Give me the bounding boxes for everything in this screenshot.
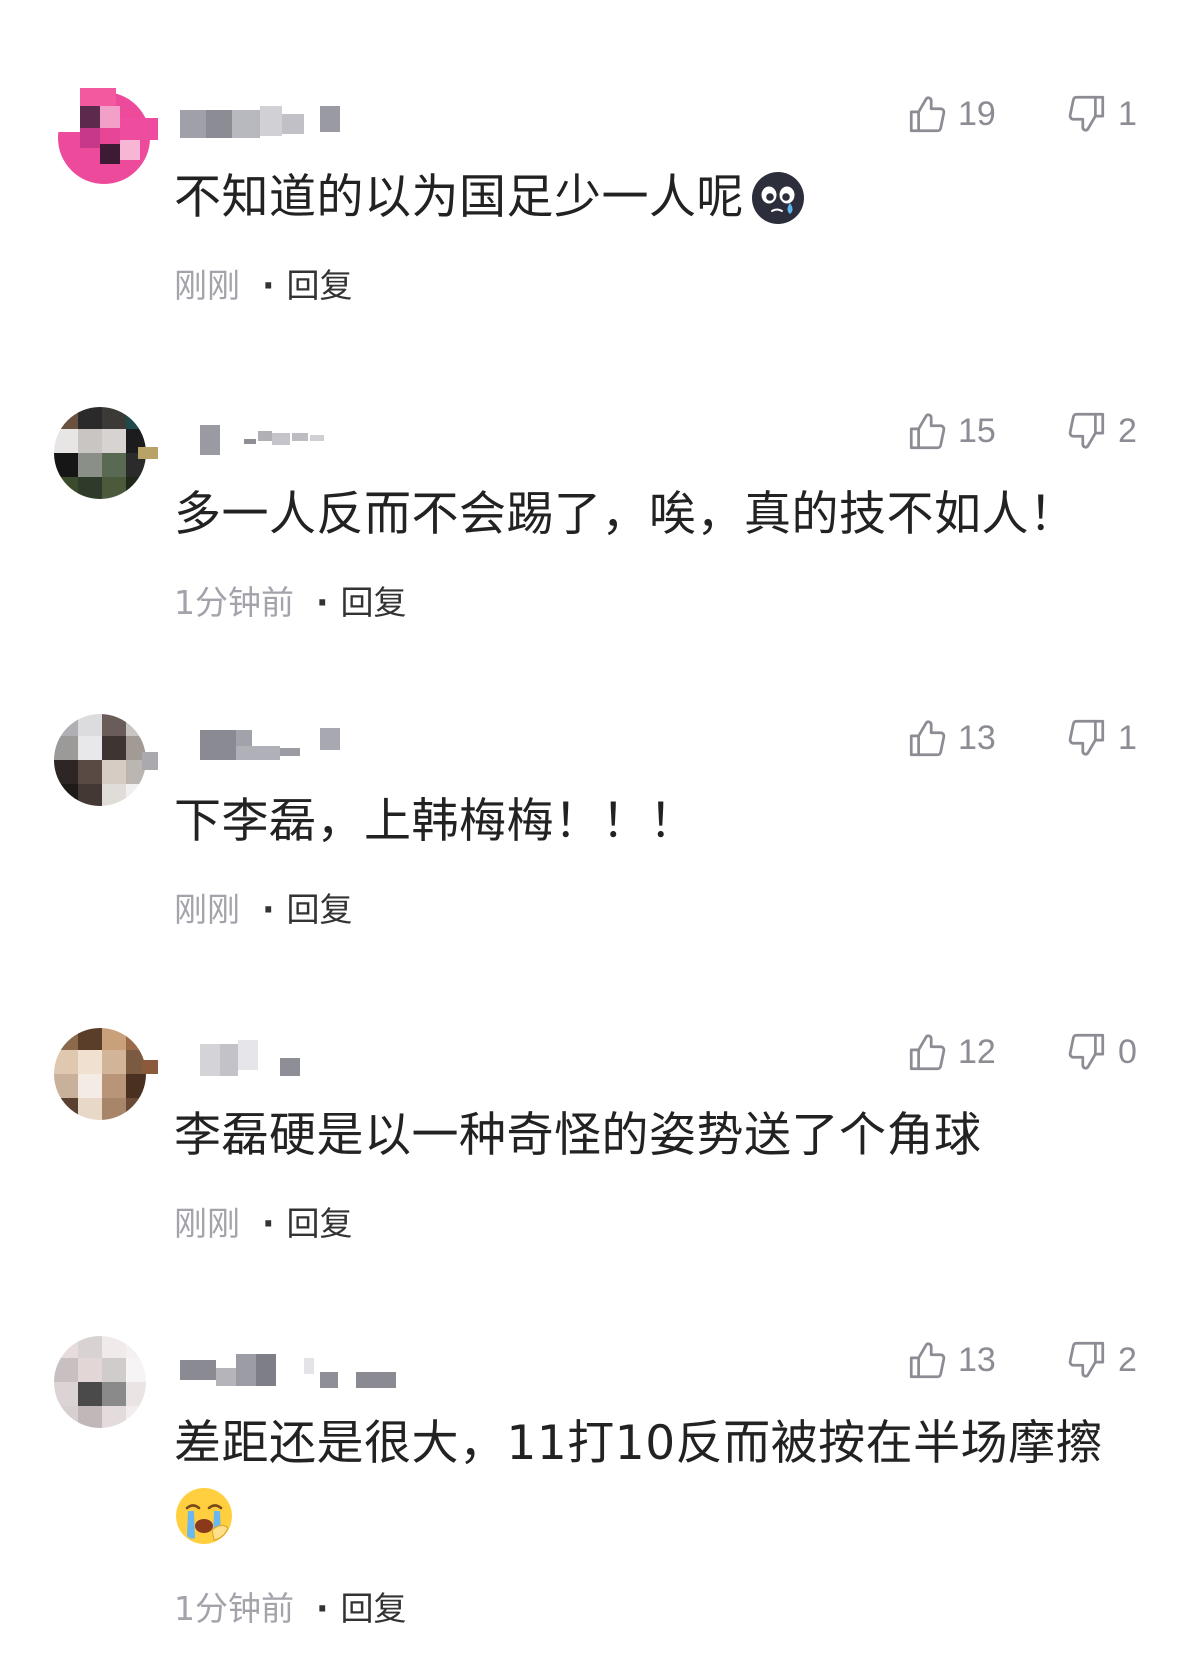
- comment-time: 刚刚: [174, 890, 240, 929]
- comment-meta: 刚刚 · 回复: [174, 264, 353, 308]
- comment-item: 15 2 多一人反而不会踢了，唉，真的技不如人！ 1分钟前 · 回复: [0, 405, 1179, 705]
- like-button[interactable]: 12: [906, 1028, 996, 1076]
- dislike-button[interactable]: 0: [1066, 1028, 1137, 1076]
- thumbs-down-icon: [1068, 412, 1105, 449]
- comment-item: 19 1 不知道的以为国足少一人呢 刚刚 · 回复: [0, 88, 1179, 388]
- username-redacted[interactable]: [180, 726, 420, 766]
- thumbs-up-icon: [909, 1342, 946, 1379]
- comment-meta: 1分钟前 · 回复: [174, 581, 407, 625]
- reply-button[interactable]: 回复: [341, 581, 407, 625]
- like-button[interactable]: 13: [906, 1336, 996, 1384]
- dislike-button[interactable]: 2: [1066, 1336, 1137, 1384]
- dislike-count: 0: [1118, 1033, 1137, 1071]
- like-count: 12: [958, 1033, 996, 1071]
- comment-text: 下李磊，上韩梅梅！！！: [174, 794, 697, 849]
- username-redacted[interactable]: [180, 102, 420, 142]
- comment-text: 多一人反而不会踢了，唉，真的技不如人！: [174, 487, 1077, 542]
- comment-meta: 刚刚 · 回复: [174, 888, 353, 932]
- like-button[interactable]: 19: [906, 90, 996, 138]
- loudly-crying-face-emoji-icon: [176, 1488, 232, 1544]
- comment-text: 李磊硬是以一种奇怪的姿势送了个角球: [174, 1108, 982, 1163]
- avatar[interactable]: [46, 1026, 158, 1122]
- like-button[interactable]: 15: [906, 407, 996, 455]
- comment-meta: 刚刚 · 回复: [174, 1202, 353, 1246]
- meta-separator: ·: [316, 583, 329, 622]
- dislike-count: 1: [1118, 95, 1137, 133]
- dark-crying-face-emoji-icon: [752, 172, 804, 224]
- comment-time: 1分钟前: [174, 1589, 294, 1628]
- comment-text: 差距还是很大，11打10反而被按在半场摩擦: [174, 1416, 1104, 1471]
- meta-separator: ·: [262, 890, 275, 929]
- avatar[interactable]: [46, 712, 158, 808]
- thumbs-up-icon: [909, 1034, 946, 1071]
- comment-item: 12 0 李磊硬是以一种奇怪的姿势送了个角球 刚刚 · 回复: [0, 1026, 1179, 1326]
- meta-separator: ·: [316, 1589, 329, 1628]
- thumbs-up-icon: [909, 96, 946, 133]
- dislike-count: 1: [1118, 719, 1137, 757]
- comment-text-row: 李磊硬是以一种奇怪的姿势送了个角球: [174, 1106, 982, 1166]
- comment-time: 刚刚: [174, 266, 240, 305]
- comment-meta: 1分钟前 · 回复: [174, 1587, 407, 1631]
- avatar[interactable]: [46, 88, 158, 184]
- like-count: 13: [958, 719, 996, 757]
- comment-text-row: 下李磊，上韩梅梅！！！: [174, 792, 697, 852]
- reply-button[interactable]: 回复: [287, 264, 353, 308]
- dislike-button[interactable]: 1: [1066, 90, 1137, 138]
- reply-button[interactable]: 回复: [341, 1587, 407, 1631]
- comment-text-row: 多一人反而不会踢了，唉，真的技不如人！: [174, 485, 1077, 545]
- like-count: 19: [958, 95, 996, 133]
- comment-text-row: 不知道的以为国足少一人呢: [174, 168, 806, 228]
- thumbs-up-icon: [909, 720, 946, 757]
- comment-time: 刚刚: [174, 1204, 240, 1243]
- comment-text-row: 差距还是很大，11打10反而被按在半场摩擦: [174, 1414, 1103, 1474]
- thumbs-up-icon: [909, 413, 946, 450]
- like-count: 15: [958, 412, 996, 450]
- comment-item: 13 2 差距还是很大，11打10反而被按在半场摩擦 1分钟前 · 回复: [0, 1334, 1179, 1634]
- dislike-button[interactable]: 1: [1066, 714, 1137, 762]
- reply-button[interactable]: 回复: [287, 1202, 353, 1246]
- reply-button[interactable]: 回复: [287, 888, 353, 932]
- username-redacted[interactable]: [180, 419, 420, 459]
- like-button[interactable]: 13: [906, 714, 996, 762]
- avatar[interactable]: [46, 1334, 158, 1430]
- comment-time: 1分钟前: [174, 583, 294, 622]
- dislike-button[interactable]: 2: [1066, 407, 1137, 455]
- thumbs-down-icon: [1068, 1341, 1105, 1378]
- meta-separator: ·: [262, 266, 275, 305]
- meta-separator: ·: [262, 1204, 275, 1243]
- thumbs-down-icon: [1068, 1033, 1105, 1070]
- avatar[interactable]: [46, 405, 158, 501]
- comment-item: 13 1 下李磊，上韩梅梅！！！ 刚刚 · 回复: [0, 712, 1179, 1012]
- dislike-count: 2: [1118, 412, 1137, 450]
- thumbs-down-icon: [1068, 719, 1105, 756]
- like-count: 13: [958, 1341, 996, 1379]
- thumbs-down-icon: [1068, 95, 1105, 132]
- comment-text: 不知道的以为国足少一人呢: [174, 170, 744, 225]
- username-redacted[interactable]: [180, 1348, 420, 1388]
- username-redacted[interactable]: [180, 1040, 420, 1080]
- dislike-count: 2: [1118, 1341, 1137, 1379]
